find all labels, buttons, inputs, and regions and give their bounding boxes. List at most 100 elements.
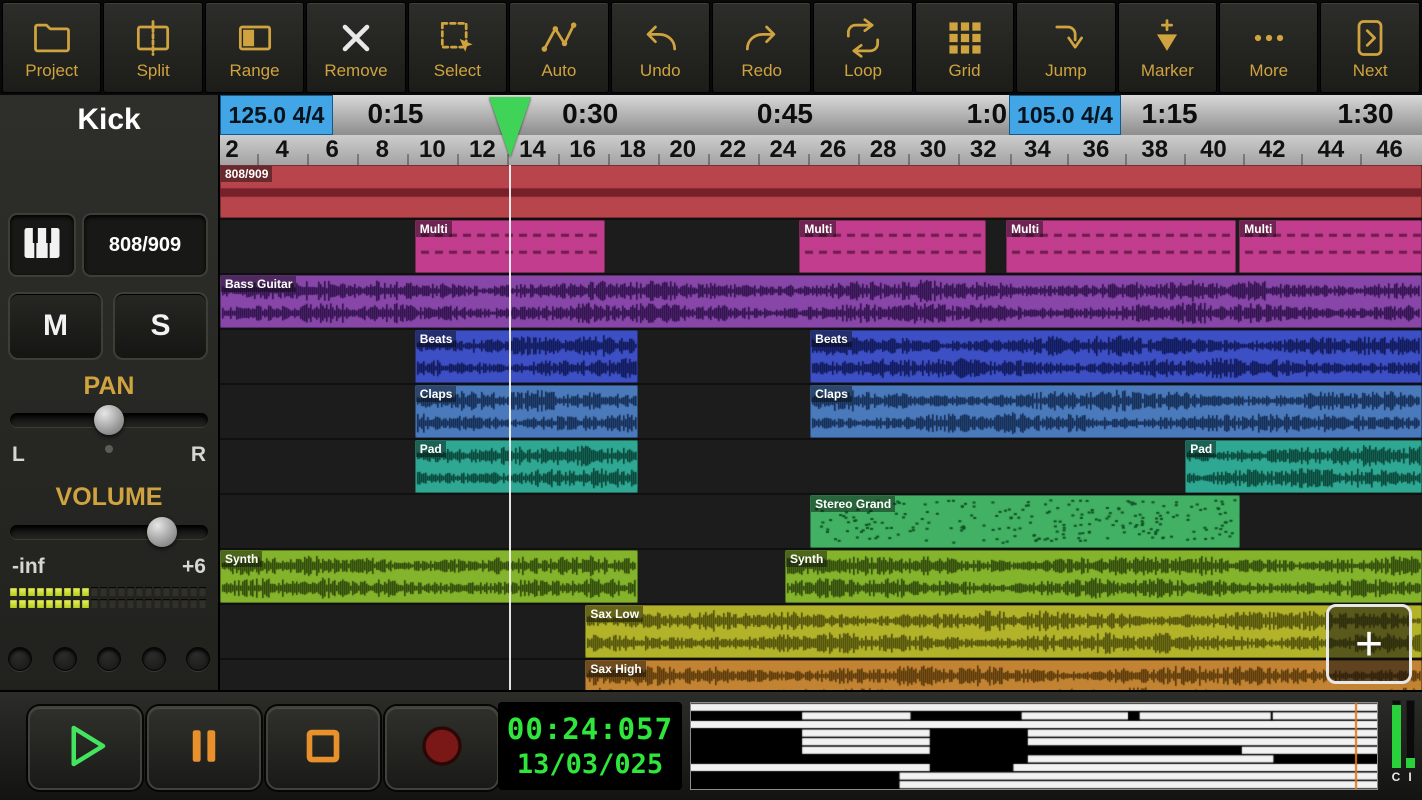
clip-waveform: [414, 440, 639, 493]
toolbar-button-label: Split: [136, 60, 170, 80]
clip-synth[interactable]: Synth: [784, 550, 1422, 603]
range-icon: [233, 16, 277, 60]
bar-number: 4: [275, 136, 289, 163]
playhead-marker[interactable]: [488, 97, 531, 157]
tempo-marker[interactable]: 105.0 4/4: [1008, 95, 1122, 135]
toolbar-button-label: Auto: [541, 60, 577, 80]
toolbar-button-auto[interactable]: Auto: [509, 2, 609, 93]
volume-slider[interactable]: [10, 517, 208, 547]
undo-icon: [638, 16, 682, 60]
bar-number: 28: [869, 136, 897, 163]
clip-label: Multi: [800, 221, 837, 237]
add-track-button[interactable]: +: [1326, 604, 1412, 684]
clip-multi[interactable]: Multi: [1239, 220, 1422, 273]
bar-tick: [1242, 154, 1245, 165]
clip-beats[interactable]: Beats: [810, 330, 1422, 383]
track-area: 808/909 Multi Multi Multi Multi Bass Guitar Be…: [220, 165, 1422, 690]
clip-waveform: [220, 550, 638, 603]
clip-label: Multi: [1240, 221, 1277, 237]
pause-icon: [177, 719, 231, 778]
clip-stereo-grand[interactable]: Stereo Grand: [810, 495, 1241, 548]
toolbar-button-next[interactable]: Next: [1320, 2, 1420, 93]
track-row-808-909: 808/909: [220, 165, 1422, 218]
clip-808-909[interactable]: 808/909: [220, 165, 1422, 218]
bar-number: 20: [669, 136, 697, 163]
volume-label: VOLUME: [55, 483, 163, 511]
clip-waveform: [810, 330, 1422, 383]
bar-tick: [407, 154, 410, 165]
piano-keyboard-button[interactable]: [8, 213, 76, 277]
date-display: 13/03/025: [516, 749, 664, 780]
time-counter: 00:24:057: [506, 712, 674, 746]
toolbar-button-loop[interactable]: Loop: [813, 2, 913, 93]
toolbar-button-undo[interactable]: Undo: [610, 2, 710, 93]
clip-multi[interactable]: Multi: [799, 220, 986, 273]
clip-bass-guitar[interactable]: Bass Guitar: [220, 275, 1422, 328]
clip-claps[interactable]: Claps: [414, 385, 639, 438]
meter-segment: [28, 587, 35, 596]
daw-app: Project Split Range Remove Select Auto Undo Red…: [0, 0, 1422, 800]
clip-label: Bass Guitar: [221, 276, 297, 292]
stop-button[interactable]: [266, 706, 380, 790]
solo-button[interactable]: S: [113, 292, 208, 360]
time-ruler[interactable]: 0:15 0:30 0:45 1:0 1:15 1:30 125.0 4/4 105.0 4/…: [220, 95, 1422, 136]
clip-label: Sax Low: [586, 606, 644, 622]
pan-slider-thumb[interactable]: [94, 405, 124, 435]
pan-slider[interactable]: [10, 405, 208, 435]
pause-button[interactable]: [147, 706, 261, 790]
arrangement-minimap[interactable]: [690, 702, 1378, 790]
clip-multi[interactable]: Multi: [1006, 220, 1236, 273]
toolbar-button-range[interactable]: Range: [204, 2, 305, 93]
track-row-synth: Synth Synth: [220, 550, 1422, 603]
clip-label: Beats: [811, 331, 852, 347]
transport-bar: 00:24:057 13/03/025 C I: [0, 690, 1422, 800]
record-button[interactable]: [385, 706, 499, 790]
toolbar-button-select[interactable]: Select: [407, 2, 508, 93]
toolbar-button-grid[interactable]: Grid: [914, 2, 1015, 93]
tempo-marker[interactable]: 125.0 4/4: [220, 95, 333, 135]
bar-tick: [707, 154, 710, 165]
toolbar-button-jump[interactable]: Jump: [1016, 2, 1116, 93]
bar-tick: [657, 154, 660, 165]
clip-synth[interactable]: Synth: [220, 550, 639, 603]
meter-segment: [145, 599, 152, 608]
meter-bar-i: [1405, 700, 1415, 768]
mute-button[interactable]: M: [8, 292, 103, 360]
meter-segment: [55, 599, 62, 608]
toolbar-button-redo[interactable]: Redo: [711, 2, 812, 93]
clip-beats[interactable]: Beats: [414, 330, 639, 383]
toolbar: Project Split Range Remove Select Auto Undo Red…: [0, 0, 1422, 95]
toolbar-button-marker[interactable]: Marker: [1117, 2, 1218, 93]
instrument-select-button[interactable]: 808/909: [82, 213, 208, 277]
clip-waveform: [1185, 440, 1422, 493]
channel-strip: Kick 808/909 M S PAN L R VOLUME -inf +6: [0, 95, 220, 690]
time-ruler-label: 1:15: [1141, 98, 1198, 129]
meter-segment: [37, 587, 44, 596]
volume-slider-thumb[interactable]: [147, 517, 178, 547]
meter-segment: [172, 599, 179, 608]
play-button[interactable]: [28, 706, 142, 790]
toolbar-button-split[interactable]: Split: [103, 2, 203, 93]
toolbar-button-project[interactable]: Project: [2, 2, 102, 93]
meter-segment: [91, 599, 98, 608]
time-ruler-label: 0:30: [562, 98, 619, 129]
meter-segment: [199, 599, 206, 608]
clip-pad[interactable]: Pad: [414, 440, 639, 493]
clip-label: 808/909: [221, 166, 273, 182]
clip-sax-high[interactable]: Sax High: [585, 660, 1422, 690]
clip-pad[interactable]: Pad: [1185, 440, 1422, 493]
clip-claps[interactable]: Claps: [810, 385, 1422, 438]
toolbar-button-remove[interactable]: Remove: [306, 2, 406, 93]
clip-sax-low[interactable]: Sax Low: [585, 605, 1422, 658]
meter-segment: [136, 587, 143, 596]
bar-number: 40: [1200, 136, 1227, 163]
clip-waveform: [810, 385, 1422, 438]
meter-bar-c: [1391, 700, 1401, 768]
meter-segment: [19, 587, 26, 596]
time-ruler-label: 1:30: [1337, 98, 1394, 129]
piano-icon: [19, 223, 65, 268]
meter-col-c: C: [1391, 700, 1401, 794]
toolbar-button-more[interactable]: More: [1219, 2, 1319, 93]
folder-icon: [30, 16, 74, 60]
bar-ruler[interactable]: 2 4 6 8 10 12 14 16 18 20 22 24 26 28 30 32 34 36 38 40 42 44…: [220, 135, 1422, 167]
